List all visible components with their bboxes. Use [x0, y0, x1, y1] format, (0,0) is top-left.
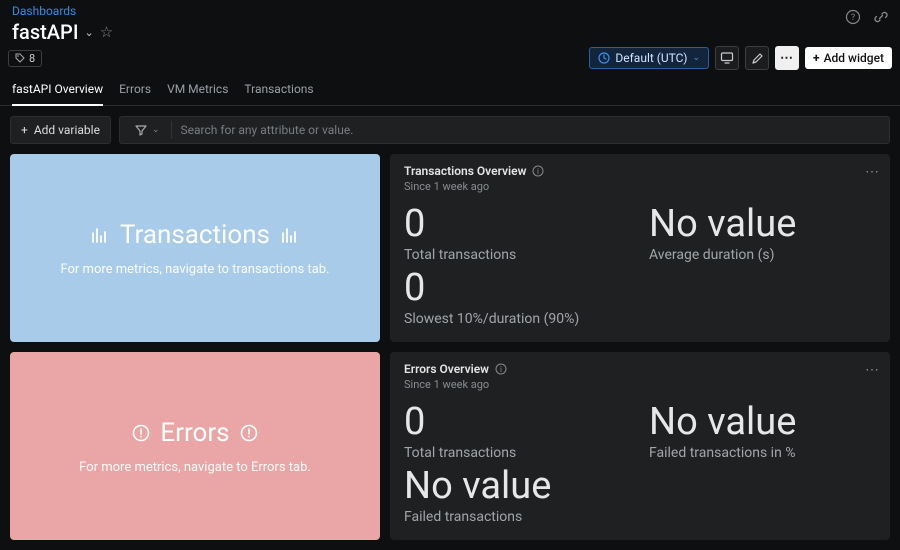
tag-count: 8 — [29, 52, 35, 65]
add-widget-label: Add widget — [824, 51, 884, 65]
tab-vm-metrics[interactable]: VM Metrics — [167, 76, 228, 105]
metric-value: No value — [404, 467, 631, 507]
panel-menu-button[interactable]: ⋯ — [865, 164, 880, 180]
tag-icon — [15, 53, 25, 63]
clock-icon — [598, 52, 610, 64]
breadcrumb[interactable]: Dashboards — [8, 4, 117, 18]
svg-text:?: ? — [851, 13, 855, 23]
alert-icon — [132, 424, 150, 442]
metric-label: Failed transactions — [404, 509, 631, 525]
edit-button[interactable] — [745, 46, 769, 70]
search-bar: ⌄ — [119, 116, 890, 144]
tab-transactions[interactable]: Transactions — [244, 76, 313, 105]
transactions-overview-panel: ⋯ Transactions Overview i Since 1 week a… — [390, 154, 890, 342]
banner-subtitle: For more metrics, navigate to transactio… — [60, 262, 329, 277]
more-button[interactable]: ⋯ — [775, 46, 799, 70]
add-variable-button[interactable]: + Add variable — [10, 116, 111, 144]
metric-value: 0 — [404, 269, 631, 309]
tabs: fastAPI Overview Errors VM Metrics Trans… — [0, 76, 900, 106]
bar-chart-icon — [90, 225, 110, 245]
svg-text:i: i — [537, 167, 539, 176]
help-icon[interactable]: ? — [842, 6, 864, 28]
timezone-label: Default (UTC) — [615, 51, 687, 65]
tv-mode-button[interactable] — [715, 46, 739, 70]
metric-label: Slowest 10%/duration (90%) — [404, 311, 631, 327]
star-icon[interactable]: ☆ — [100, 23, 113, 41]
timezone-button[interactable]: Default (UTC) ⌄ — [589, 47, 709, 69]
divider — [171, 121, 172, 139]
add-variable-label: Add variable — [34, 123, 100, 137]
info-icon[interactable]: i — [495, 363, 507, 375]
pencil-icon — [751, 52, 764, 65]
link-icon[interactable] — [870, 6, 892, 28]
metric-value: No value — [649, 403, 876, 443]
chevron-down-icon[interactable]: ⌄ — [84, 26, 93, 39]
panel-title: Errors Overview — [404, 362, 489, 376]
search-input[interactable] — [180, 117, 879, 143]
ellipsis-icon: ⋯ — [780, 51, 794, 66]
filter-button[interactable]: ⌄ — [130, 117, 164, 143]
metric-label: Total transactions — [404, 445, 631, 461]
page-title: fastAPI — [12, 20, 78, 44]
panel-title: Transactions Overview — [404, 164, 526, 178]
chevron-down-icon: ⌄ — [692, 53, 700, 63]
tab-fastapi-overview[interactable]: fastAPI Overview — [12, 76, 103, 106]
metric-value: No value — [649, 205, 876, 245]
plus-icon: + — [813, 51, 820, 65]
banner-title: Errors — [160, 418, 229, 448]
alert-icon — [240, 424, 258, 442]
chevron-down-icon: ⌄ — [152, 125, 160, 135]
panel-since: Since 1 week ago — [404, 378, 876, 391]
panel-menu-button[interactable]: ⋯ — [865, 362, 880, 378]
metric-label: Average duration (s) — [649, 247, 876, 263]
info-icon[interactable]: i — [532, 165, 544, 177]
tab-errors[interactable]: Errors — [119, 76, 151, 105]
banner-subtitle: For more metrics, navigate to Errors tab… — [79, 460, 311, 475]
monitor-icon — [720, 51, 734, 65]
metric-value: 0 — [404, 205, 631, 245]
tag-chip[interactable]: 8 — [8, 50, 42, 67]
banner-title: Transactions — [120, 220, 270, 250]
bar-chart-icon — [280, 225, 300, 245]
metric-label: Total transactions — [404, 247, 631, 263]
metric-label: Failed transactions in % — [649, 445, 876, 461]
plus-icon: + — [21, 123, 28, 137]
add-widget-button[interactable]: + Add widget — [805, 47, 892, 69]
errors-overview-panel: ⋯ Errors Overview i Since 1 week ago 0 T… — [390, 352, 890, 540]
errors-banner[interactable]: Errors For more metrics, navigate to Err… — [10, 352, 380, 540]
transactions-banner[interactable]: Transactions For more metrics, navigate … — [10, 154, 380, 342]
funnel-icon — [134, 123, 148, 137]
metric-value: 0 — [404, 403, 631, 443]
svg-text:i: i — [500, 365, 502, 374]
panel-since: Since 1 week ago — [404, 180, 876, 193]
